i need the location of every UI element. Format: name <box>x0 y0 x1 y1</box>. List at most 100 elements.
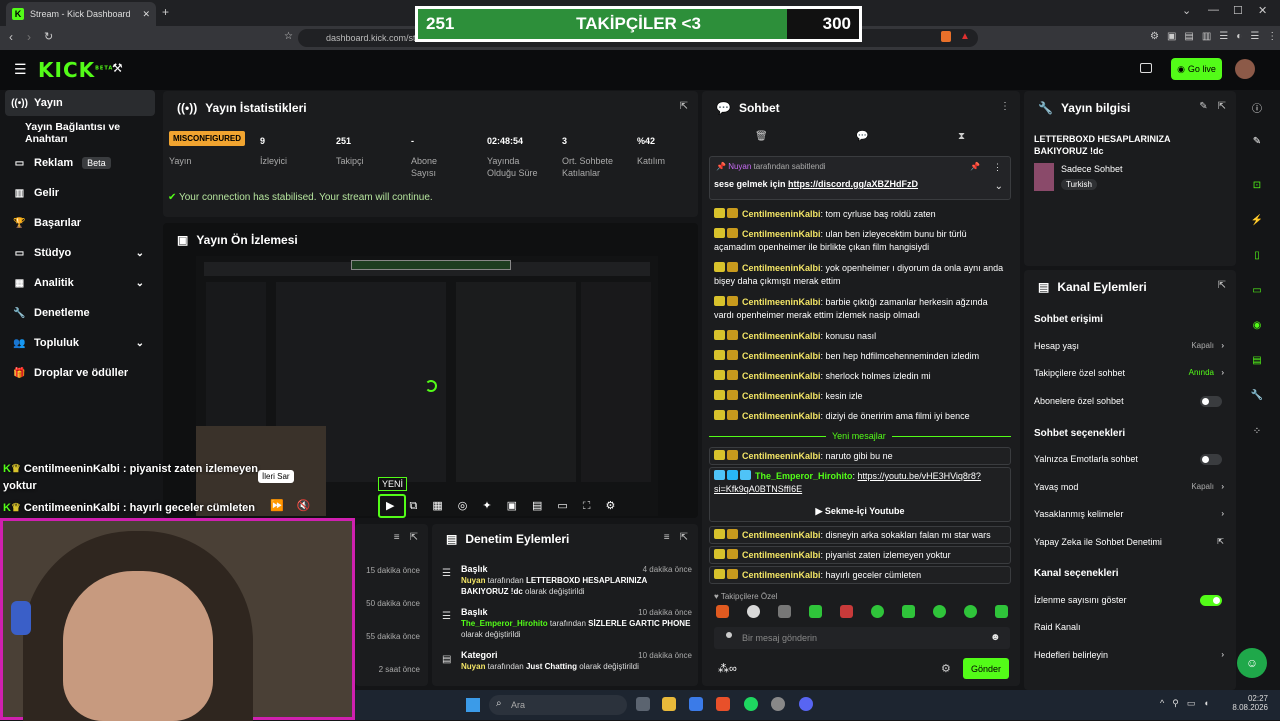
subs-only-toggle[interactable] <box>1200 396 1222 407</box>
emote-icon[interactable] <box>809 605 822 618</box>
sidebar-item-gelir[interactable]: ▥ Gelir <box>0 180 156 206</box>
popout-icon[interactable]: ⇱ <box>680 532 688 543</box>
taskbar-search[interactable]: Ara <box>489 695 627 715</box>
tray-icons[interactable]: ^⚲▭◖ <box>1160 698 1217 709</box>
sidebar-item-topluluk[interactable]: 👥 Topluluk ⌄ <box>0 330 156 356</box>
sidebar-item-yayin[interactable]: ((•)) Yayın <box>5 90 155 116</box>
document-icon[interactable]: ▯ <box>1250 250 1264 264</box>
sidebar-item-analitik[interactable]: ▦ Analitik ⌄ <box>0 270 156 296</box>
chat-message[interactable]: CentilmeeninKalbi: barbie çıktığı zamanl… <box>714 296 1004 322</box>
brave-icon[interactable] <box>716 697 730 711</box>
focus-icon[interactable]: ⊡ <box>1250 180 1264 194</box>
store-icon[interactable] <box>689 697 703 711</box>
sidebar-item-denetleme[interactable]: 🔧 Denetleme <box>0 300 156 326</box>
minimize-icon[interactable]: — <box>1208 4 1219 16</box>
edit-icon[interactable]: ✎ <box>1250 136 1264 150</box>
tab-search-icon[interactable]: ⌄ <box>1182 4 1191 17</box>
close-tab-icon[interactable]: ✕ <box>142 9 150 20</box>
windows-start-icon[interactable] <box>466 698 480 712</box>
emote-icon[interactable] <box>902 605 915 618</box>
spotify-icon[interactable] <box>744 697 758 711</box>
chat-message[interactable]: CentilmeeninKalbi: konusu nasıl <box>714 330 1004 343</box>
account-age-row[interactable]: Hesap yaşı Kapalı › <box>1034 341 1230 351</box>
fast-forward-icon[interactable]: ⏩ <box>270 500 297 512</box>
sidebar-item-droplar[interactable]: 🎁 Droplar ve ödüller <box>0 360 156 386</box>
subs-only-row[interactable]: Abonelere özel sohbet <box>1034 396 1230 407</box>
settings-icon[interactable]: ⚙ <box>941 662 951 675</box>
extensions-icon[interactable]: ⚙▣▤▥☰◐☰⋮ <box>1150 31 1280 42</box>
chat-tools-icon[interactable]: ⁂∞ <box>718 662 737 675</box>
list-icon[interactable]: ▤ <box>1250 355 1264 369</box>
settings-icon[interactable]: ⚙ <box>605 500 630 512</box>
more-options-icon[interactable]: ⋮ <box>993 162 1002 173</box>
layer-icon[interactable]: ▭ <box>557 500 582 512</box>
trash-icon[interactable]: 🗑 <box>755 131 768 142</box>
layout-icon[interactable]: ▣ <box>507 500 532 512</box>
goals-row[interactable]: Hedefleri belirleyin › <box>1034 650 1230 660</box>
file-explorer-icon[interactable] <box>662 697 676 711</box>
followers-only-row[interactable]: Takipçilere özel sohbet Anında › <box>1034 368 1230 378</box>
kick-logo[interactable]: KICKBETA <box>38 58 113 82</box>
sidebar-item-reklam[interactable]: ▭ Reklam Beta <box>0 150 156 176</box>
chat-message[interactable]: CentilmeeninKalbi: naruto gibi bu ne <box>709 447 1011 465</box>
brave-rewards-icon[interactable]: ▲ <box>960 31 970 42</box>
lightning-icon[interactable]: ⚡ <box>1250 215 1264 229</box>
wrench-icon[interactable]: 🔧 <box>1250 390 1264 404</box>
pinned-message[interactable]: 📌 Nuyan tarafından sabitlendi sese gelme… <box>709 156 1011 200</box>
info-icon[interactable]: ⓘ <box>1250 100 1264 115</box>
grid-icon[interactable]: ▦ <box>432 500 457 512</box>
chat-message-youtube[interactable]: The_Emperor_Hirohito: https://youtu.be/v… <box>709 467 1011 522</box>
support-icon[interactable]: ☺ <box>1237 648 1267 678</box>
ai-moderation-row[interactable]: Yapay Zeka ile Sohbet Denetimi ⇱ <box>1034 537 1230 547</box>
emoji-icon[interactable]: ☻ <box>990 632 1001 643</box>
sidebar-item-basarilar[interactable]: 🏆 Başarılar <box>0 210 156 236</box>
video-icon[interactable]: ▶ <box>386 500 409 512</box>
popout-icon[interactable]: ⇱ <box>1218 280 1226 291</box>
close-window-icon[interactable]: ✕ <box>1258 4 1267 17</box>
chat-message[interactable]: CentilmeeninKalbi: tom cyrluse baş roldü… <box>714 208 1004 221</box>
obs-icon[interactable] <box>771 697 785 711</box>
chat-message[interactable]: CentilmeeninKalbi: yok openheimer ı diyo… <box>714 262 1004 288</box>
emote-icon[interactable] <box>840 605 853 618</box>
emote-icon[interactable] <box>871 605 884 618</box>
bookmark-icon[interactable]: ☆ <box>284 31 293 42</box>
sparkle-icon[interactable]: ✦ <box>482 500 506 512</box>
show-viewers-toggle[interactable] <box>1200 595 1222 606</box>
sidebar-item-stream-key[interactable]: Yayın Bağlantısı ve Anahtarı <box>0 120 160 146</box>
hammer-icon[interactable]: ⚒ <box>112 61 123 75</box>
chat-message[interactable]: CentilmeeninKalbi: piyanist zaten izleme… <box>709 546 1011 564</box>
emote-icon[interactable] <box>716 605 729 618</box>
fullscreen-icon[interactable]: ⛶ <box>583 500 606 512</box>
apps-icon[interactable]: ⁘ <box>1250 426 1264 440</box>
broadcast-icon[interactable]: ◉ <box>1250 320 1264 334</box>
popout-icon[interactable]: ⇱ <box>1218 101 1226 112</box>
popout-icon[interactable]: ⇱ <box>680 101 688 112</box>
chat-message[interactable]: CentilmeeninKalbi: diziyi de öneririm am… <box>714 410 1004 423</box>
forward-icon[interactable]: › <box>27 30 31 44</box>
studio-icon[interactable] <box>1140 63 1152 73</box>
emote-icon[interactable] <box>995 605 1008 618</box>
reload-icon[interactable]: ↻ <box>44 30 53 43</box>
emote-icon[interactable] <box>964 605 977 618</box>
crop-icon[interactable]: ⧉ <box>409 500 432 512</box>
scene-icon[interactable]: ▤ <box>532 500 557 512</box>
task-view-icon[interactable] <box>636 697 650 711</box>
chat-message[interactable]: CentilmeeninKalbi: ben hep hdfilmcehenne… <box>714 350 1004 363</box>
avatar[interactable] <box>1235 59 1255 79</box>
discord-icon[interactable] <box>799 697 813 711</box>
chat-input[interactable]: Bir mesaj gönderin <box>714 627 1010 649</box>
chat-message[interactable]: CentilmeeninKalbi: disneyin arka sokakla… <box>709 526 1011 544</box>
filter-icon[interactable]: ≡ <box>394 532 400 543</box>
chat-icon[interactable]: 💬 <box>856 131 868 142</box>
discord-link[interactable]: https://discord.gg/aXBZHdFzD <box>788 179 918 189</box>
emote-only-row[interactable]: Yalnızca Emotlarla sohbet <box>1034 454 1230 465</box>
slow-mode-row[interactable]: Yavaş mod Kapalı › <box>1034 482 1230 492</box>
browser-tab[interactable]: K Stream - Kick Dashboard ✕ <box>6 2 156 26</box>
emote-icon[interactable] <box>747 605 760 618</box>
target-icon[interactable]: ◎ <box>458 500 483 512</box>
emote-icon[interactable] <box>933 605 946 618</box>
chat-icon[interactable]: ▭ <box>1250 285 1264 299</box>
go-live-button[interactable]: ◉ Go live <box>1171 58 1222 80</box>
new-tab-icon[interactable]: + <box>162 5 169 19</box>
popout-icon[interactable]: ⇱ <box>410 532 418 543</box>
